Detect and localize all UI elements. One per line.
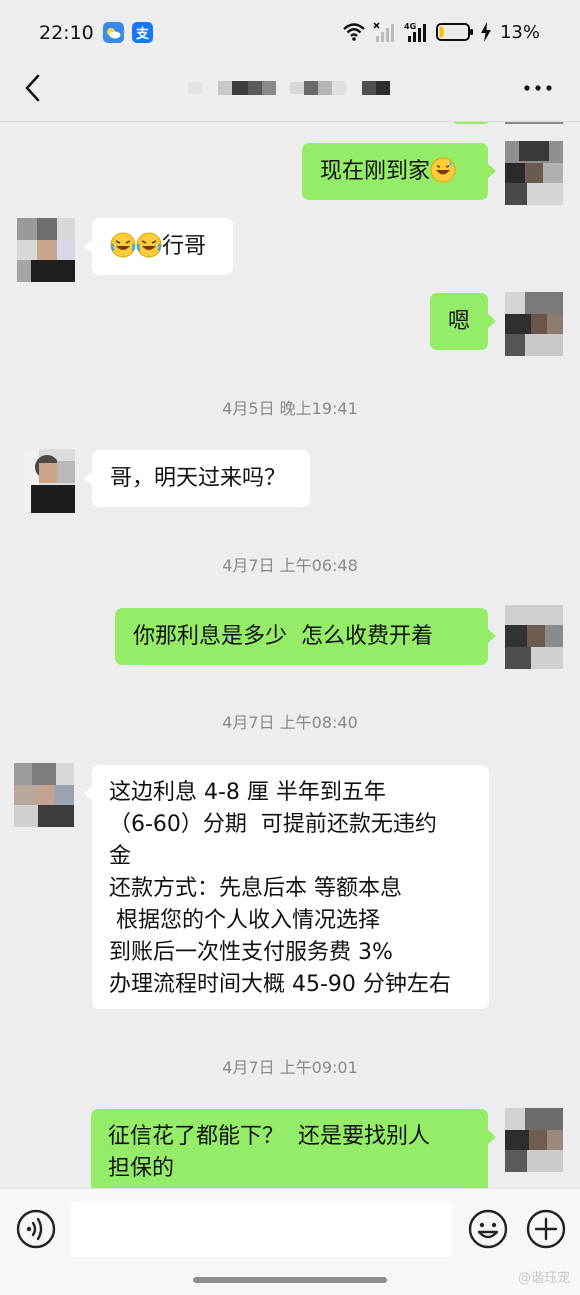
message-text-line: 这边利息 4-8 厘 半年到五年 — [109, 780, 386, 805]
more-dots-icon[interactable] — [522, 78, 554, 98]
chat-title-redacted — [188, 79, 392, 97]
my-avatar[interactable] — [505, 1108, 563, 1172]
crying-laughing-emoji-icon — [136, 232, 162, 258]
emoji-icon[interactable] — [468, 1209, 508, 1249]
chevron-left-icon[interactable] — [20, 72, 48, 104]
battery-percent: 13% — [499, 21, 540, 43]
contact-avatar[interactable] — [17, 218, 75, 282]
watermark: @谐珏宠 — [517, 1271, 570, 1286]
previous-bubble-edge — [452, 122, 490, 124]
wifi-icon — [343, 23, 365, 41]
message-text-line: 根据您的个人收入情况选择 — [109, 908, 380, 933]
outgoing-message[interactable]: 现在刚到家 — [302, 143, 496, 200]
outgoing-message[interactable]: 你那利息是多少 怎么收费开着 — [115, 608, 496, 665]
my-avatar[interactable] — [505, 141, 563, 205]
message-list[interactable]: 现在刚到家 行哥 嗯 4月5日 晚上19:41 哥，明天过来吗？ 4月7日 上午… — [0, 122, 580, 1188]
timestamp: 4月5日 晚上19:41 — [222, 399, 358, 418]
incoming-message[interactable]: 行哥 — [84, 218, 233, 275]
input-bar: @谐珏宠 — [0, 1188, 580, 1295]
charging-bolt-icon — [480, 22, 491, 42]
previous-avatar-edge — [505, 122, 563, 124]
timestamp: 4月7日 上午08:40 — [222, 713, 358, 732]
home-indicator[interactable] — [193, 1277, 387, 1283]
timestamp: 4月7日 上午06:48 — [222, 556, 358, 575]
plus-icon[interactable] — [526, 1209, 566, 1249]
message-text: 行哥 — [162, 234, 207, 259]
message-text-line: 到账后一次性支付服务费 3% — [109, 940, 393, 965]
contact-avatar[interactable] — [14, 763, 74, 827]
message-text: 你那利息是多少 怎么收费开着 — [133, 624, 433, 649]
voice-icon[interactable] — [16, 1209, 56, 1249]
battery-icon — [435, 23, 473, 41]
message-text-line: 担保的 — [108, 1156, 175, 1181]
signal-4g-icon: 4G — [404, 22, 426, 42]
my-avatar[interactable] — [505, 292, 563, 356]
status-indicators: 4G 13% — [342, 20, 540, 44]
message-text-line: 办理流程时间大概 45-90 分钟左右 — [109, 972, 451, 997]
crying-laughing-emoji-icon — [110, 232, 136, 258]
signal-no-sim-icon — [373, 22, 394, 42]
status-bar: 22:10 支 4G 13% — [0, 0, 580, 62]
svg-text:4G: 4G — [404, 22, 416, 31]
grinning-sweat-emoji-icon — [430, 157, 456, 183]
alipay-icon: 支 — [132, 22, 153, 43]
message-text-line: 金 — [109, 844, 132, 869]
message-text-line: 还款方式：先息后本 等额本息 — [109, 876, 402, 901]
my-avatar[interactable] — [505, 605, 563, 669]
outgoing-message[interactable]: 嗯 — [430, 293, 496, 350]
timestamp: 4月7日 上午09:01 — [222, 1058, 358, 1077]
contact-avatar[interactable] — [17, 449, 75, 513]
message-text: 哥，明天过来吗？ — [110, 466, 287, 491]
weather-app-icon — [103, 22, 124, 43]
incoming-message[interactable]: 这边利息 4-8 厘 半年到五年 （6-60）分期 可提前还款无违约 金 还款方… — [84, 765, 489, 1009]
message-text-line: （6-60）分期 可提前还款无违约 — [109, 812, 437, 837]
message-text-line: 征信花了都能下？ 还是要找别人 — [108, 1124, 430, 1149]
incoming-message[interactable]: 哥，明天过来吗？ — [84, 450, 310, 507]
outgoing-message[interactable]: 征信花了都能下？ 还是要找别人 担保的 — [91, 1109, 496, 1188]
message-input[interactable] — [70, 1201, 452, 1257]
message-text: 嗯 — [448, 309, 471, 334]
status-time: 22:10 — [39, 22, 94, 44]
message-text: 现在刚到家 — [320, 159, 431, 184]
